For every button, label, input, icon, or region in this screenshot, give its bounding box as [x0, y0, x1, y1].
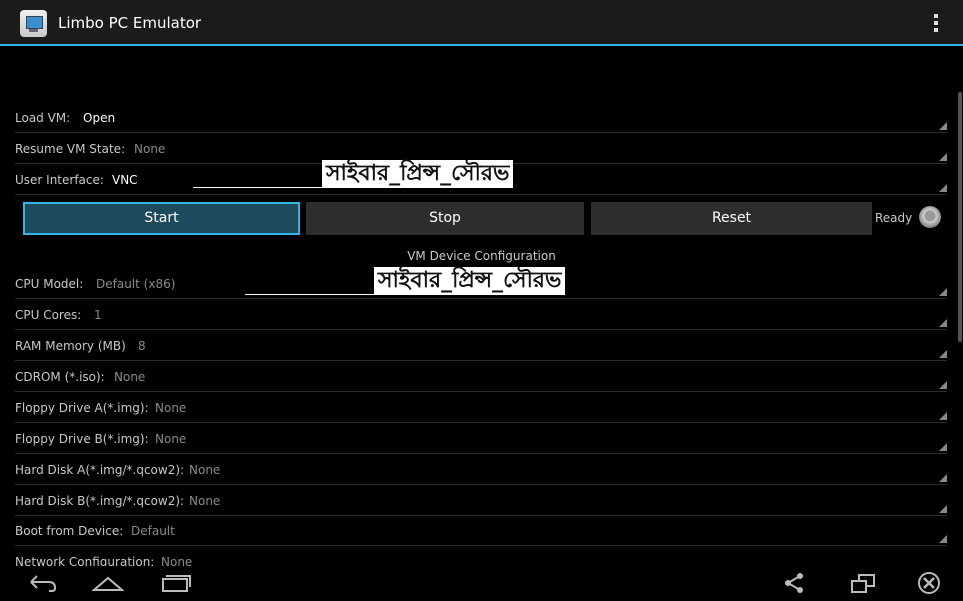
recents-icon[interactable] — [158, 570, 192, 596]
hard-disk-a-value: None — [189, 463, 221, 477]
dropdown-arrow-icon — [939, 443, 947, 451]
network-config-label: Network Configuration: — [15, 555, 155, 566]
floppy-b-label: Floppy Drive B(*.img): — [15, 432, 149, 446]
close-icon[interactable] — [912, 570, 946, 596]
dropdown-arrow-icon — [939, 184, 947, 192]
share-icon[interactable] — [778, 570, 812, 596]
load-vm-spinner[interactable]: Load VM: Open — [15, 104, 947, 133]
watermark-underline — [245, 294, 375, 295]
ram-memory-label: RAM Memory (MB) — [15, 339, 126, 353]
cpu-model-value: Default (x86) — [96, 277, 176, 291]
dropdown-arrow-icon — [939, 350, 947, 358]
watermark-underline — [193, 187, 323, 188]
load-vm-value: Open — [83, 111, 116, 125]
watermark-text: সাইবার_প্রিন্স_সৌরভ — [374, 267, 566, 295]
ram-memory-value: 8 — [138, 339, 146, 353]
hard-disk-a-label: Hard Disk A(*.img/*.qcow2): — [15, 463, 185, 477]
user-interface-value: VNC — [112, 173, 138, 187]
dropdown-arrow-icon — [939, 288, 947, 296]
app-title: Limbo PC Emulator — [58, 14, 202, 32]
hard-disk-b-label: Hard Disk B(*.img/*.qcow2): — [15, 494, 185, 508]
watermark-text: সাইবার_প্রিন্স_সৌরভ — [322, 160, 514, 188]
floppy-a-label: Floppy Drive A(*.img): — [15, 401, 149, 415]
floppy-b-spinner[interactable]: Floppy Drive B(*.img): None — [15, 425, 947, 454]
boot-device-spinner[interactable]: Boot from Device: Default — [15, 517, 947, 546]
hard-disk-b-value: None — [189, 494, 221, 508]
back-icon[interactable] — [25, 570, 59, 596]
load-vm-label: Load VM: — [15, 111, 71, 125]
system-nav-bar — [0, 566, 963, 601]
status-indicator — [919, 206, 941, 228]
cpu-cores-label: CPU Cores: — [15, 308, 82, 322]
overflow-menu-icon[interactable] — [930, 14, 942, 34]
cpu-cores-spinner[interactable]: CPU Cores: 1 — [15, 301, 947, 330]
dropdown-arrow-icon — [939, 535, 947, 543]
window-icon[interactable] — [846, 570, 880, 596]
cdrom-label: CDROM (*.iso): — [15, 370, 105, 384]
stop-button[interactable]: Stop — [306, 202, 584, 235]
resume-vm-state-label: Resume VM State: — [15, 142, 126, 156]
ram-memory-spinner[interactable]: RAM Memory (MB) 8 — [15, 332, 947, 361]
user-interface-label: User Interface: — [15, 173, 104, 187]
hard-disk-a-spinner[interactable]: Hard Disk A(*.img/*.qcow2): None — [15, 456, 947, 485]
boot-device-value: Default — [131, 524, 175, 538]
network-config-value: None — [161, 555, 193, 566]
action-bar: Limbo PC Emulator — [0, 0, 963, 46]
reset-button[interactable]: Reset — [591, 202, 872, 235]
dropdown-arrow-icon — [939, 153, 947, 161]
status-label: Ready — [875, 211, 913, 225]
home-icon[interactable] — [91, 570, 125, 596]
cpu-model-label: CPU Model: — [15, 277, 84, 291]
network-config-spinner[interactable]: Network Configuration: None — [15, 548, 947, 566]
start-button[interactable]: Start — [23, 202, 300, 235]
cdrom-value: None — [114, 370, 146, 384]
floppy-a-value: None — [155, 401, 187, 415]
boot-device-label: Boot from Device: — [15, 524, 124, 538]
resume-vm-state-value: None — [134, 142, 166, 156]
dropdown-arrow-icon — [939, 412, 947, 420]
dropdown-arrow-icon — [939, 381, 947, 389]
hard-disk-b-spinner[interactable]: Hard Disk B(*.img/*.qcow2): None — [15, 487, 947, 516]
cpu-cores-value: 1 — [94, 308, 102, 322]
device-config-title: VM Device Configuration — [407, 249, 556, 263]
limbo-app-icon[interactable] — [20, 10, 47, 37]
floppy-b-value: None — [155, 432, 187, 446]
scrollbar[interactable] — [958, 92, 962, 342]
dropdown-arrow-icon — [939, 319, 947, 327]
floppy-a-spinner[interactable]: Floppy Drive A(*.img): None — [15, 394, 947, 423]
cdrom-spinner[interactable]: CDROM (*.iso): None — [15, 363, 947, 392]
dropdown-arrow-icon — [939, 474, 947, 482]
dropdown-arrow-icon — [939, 505, 947, 513]
dropdown-arrow-icon — [939, 122, 947, 130]
